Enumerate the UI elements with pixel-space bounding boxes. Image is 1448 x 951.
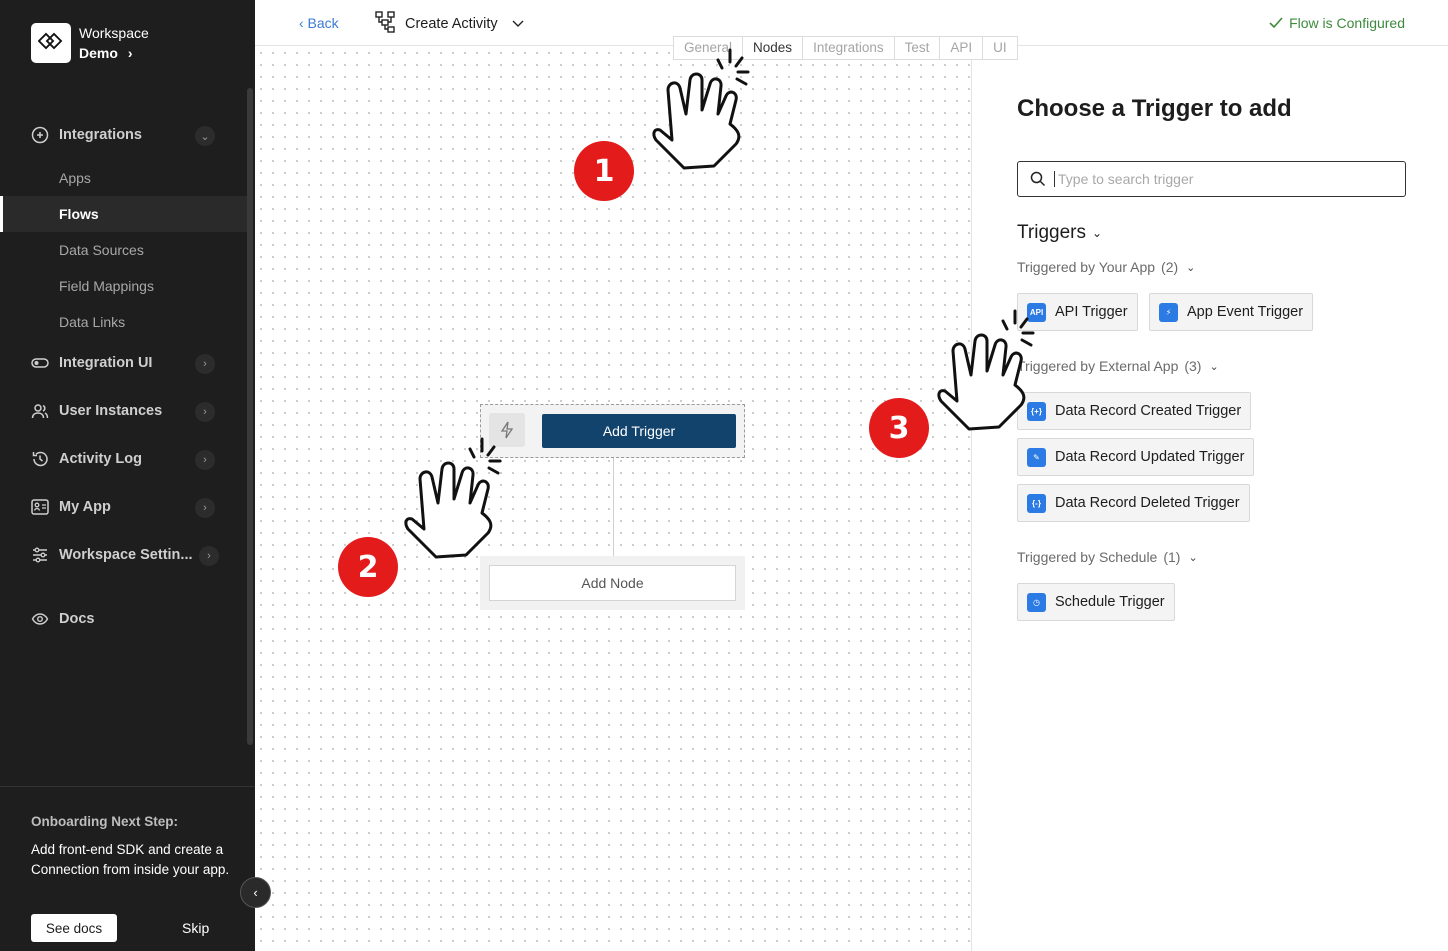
sidebar-item-integrations[interactable]: Integrations (31, 126, 142, 144)
history-icon (31, 450, 49, 468)
step-badge-2: 2 (338, 537, 398, 597)
sidebar-sub-data-links[interactable]: Data Links (59, 314, 125, 330)
onboarding-text: Add front-end SDK and create a Connectio… (31, 842, 230, 877)
step-badge-3: 3 (869, 398, 929, 458)
node-connector (613, 458, 614, 558)
chevron-right-icon[interactable]: › (195, 450, 215, 470)
node-placeholder: Add Node (480, 556, 745, 610)
tab-integrations[interactable]: Integrations (803, 37, 895, 59)
workspace-logo-icon (31, 23, 71, 63)
onboarding-title: Onboarding Next Step: (31, 814, 179, 829)
sidebar: Workspace Demo › Integrations ⌄ Apps Flow… (0, 0, 255, 951)
sidebar-item-label: Activity Log (59, 451, 142, 467)
users-icon (31, 402, 49, 420)
lightning-icon: ⚡ (1159, 302, 1178, 322)
data-record-deleted-trigger-button[interactable]: {-} Data Record Deleted Trigger (1017, 484, 1250, 522)
schedule-trigger-button[interactable]: ◷ Schedule Trigger (1017, 583, 1175, 621)
chevron-right-icon[interactable]: › (195, 498, 215, 518)
pointing-hand-icon (937, 309, 1035, 431)
tab-ui[interactable]: UI (983, 37, 1017, 59)
chevron-right-icon: › (127, 45, 133, 61)
chevron-left-icon: ‹ (253, 885, 258, 900)
sidebar-item-label: User Instances (59, 403, 163, 419)
search-input[interactable] (1054, 171, 1374, 187)
sidebar-sub-data-sources[interactable]: Data Sources (59, 242, 144, 258)
toggle-icon (31, 354, 49, 372)
trigger-search[interactable] (1017, 161, 1406, 197)
chevron-right-icon[interactable]: › (195, 354, 215, 374)
integrations-icon (31, 126, 49, 144)
chevron-down-icon: ⌄ (1186, 261, 1196, 274)
flow-title: Create Activity (405, 16, 498, 32)
flow-title-selector[interactable]: Create Activity (375, 11, 524, 37)
check-icon (1269, 17, 1283, 29)
sidebar-sub-apps[interactable]: Apps (59, 170, 91, 186)
record-minus-icon: {-} (1027, 493, 1046, 513)
chevron-down-icon (512, 16, 524, 32)
trigger-node: Add Trigger (480, 404, 745, 458)
trigger-panel: Choose a Trigger to add Triggers⌄ Trigge… (971, 47, 1448, 951)
sidebar-item-label: Workspace Settin... (59, 547, 193, 563)
sidebar-scrollbar[interactable] (247, 88, 253, 745)
group-external-app[interactable]: Triggered by External App (3) ⌄ (1017, 358, 1219, 374)
chevron-right-icon[interactable]: › (195, 402, 215, 422)
sidebar-item-label: Docs (59, 611, 95, 627)
see-docs-button[interactable]: See docs (31, 914, 117, 942)
chevron-down-icon: ⌄ (1209, 360, 1219, 373)
sidebar-item-label: Integrations (59, 127, 142, 143)
sidebar-item-integration-ui[interactable]: Integration UI (31, 354, 152, 372)
sidebar-item-label: My App (59, 499, 111, 515)
record-edit-icon: ✎ (1027, 447, 1046, 467)
flow-diagram-icon (375, 11, 397, 37)
sidebar-item-my-app[interactable]: My App (31, 498, 111, 516)
sidebar-sub-flows[interactable]: Flows (0, 196, 247, 232)
chevron-down-icon[interactable]: ⌄ (195, 126, 215, 146)
sidebar-item-docs[interactable]: Docs (31, 610, 94, 628)
sidebar-item-user-instances[interactable]: User Instances (31, 402, 162, 420)
pointing-hand-icon (404, 437, 502, 559)
add-trigger-button[interactable]: Add Trigger (542, 414, 736, 448)
pointing-hand-icon (652, 48, 750, 170)
sidebar-sub-field-mappings[interactable]: Field Mappings (59, 278, 154, 294)
chevron-down-icon: ⌄ (1091, 226, 1103, 240)
workspace-demo: Demo (79, 45, 118, 61)
app-icon (31, 498, 49, 516)
panel-title: Choose a Trigger to add (1017, 95, 1292, 122)
chevron-right-icon[interactable]: › (199, 546, 219, 566)
onboarding-panel: Onboarding Next Step: Add front-end SDK … (0, 786, 255, 951)
workspace-switcher[interactable]: Workspace Demo › (31, 23, 149, 63)
alarm-clock-icon: ◷ (1027, 592, 1046, 612)
sidebar-item-workspace-settings[interactable]: Workspace Settin... (31, 546, 193, 564)
data-record-created-trigger-button[interactable]: {+} Data Record Created Trigger (1017, 392, 1252, 430)
group-your-app[interactable]: Triggered by Your App (2) ⌄ (1017, 259, 1195, 275)
search-icon (1030, 171, 1046, 187)
workspace-name: Workspace (79, 25, 149, 41)
sidebar-item-label: Integration UI (59, 355, 153, 371)
data-record-updated-trigger-button[interactable]: ✎ Data Record Updated Trigger (1017, 438, 1255, 476)
settings-sliders-icon (31, 546, 49, 564)
sidebar-item-activity-log[interactable]: Activity Log (31, 450, 142, 468)
app-event-trigger-button[interactable]: ⚡ App Event Trigger (1149, 293, 1314, 331)
flow-status: Flow is Configured (1269, 15, 1405, 31)
add-node-button[interactable]: Add Node (489, 565, 736, 601)
collapse-sidebar-button[interactable]: ‹ (240, 877, 271, 908)
skip-button[interactable]: Skip (182, 920, 209, 936)
eye-icon (31, 610, 49, 628)
group-schedule[interactable]: Triggered by Schedule (1) ⌄ (1017, 549, 1198, 565)
tab-test[interactable]: Test (895, 37, 941, 59)
back-link[interactable]: ‹ Back (299, 15, 339, 31)
step-badge-1: 1 (574, 141, 634, 201)
chevron-down-icon: ⌄ (1188, 551, 1198, 564)
tab-api[interactable]: API (940, 37, 984, 59)
triggers-heading[interactable]: Triggers ⌄ (1017, 222, 1102, 244)
